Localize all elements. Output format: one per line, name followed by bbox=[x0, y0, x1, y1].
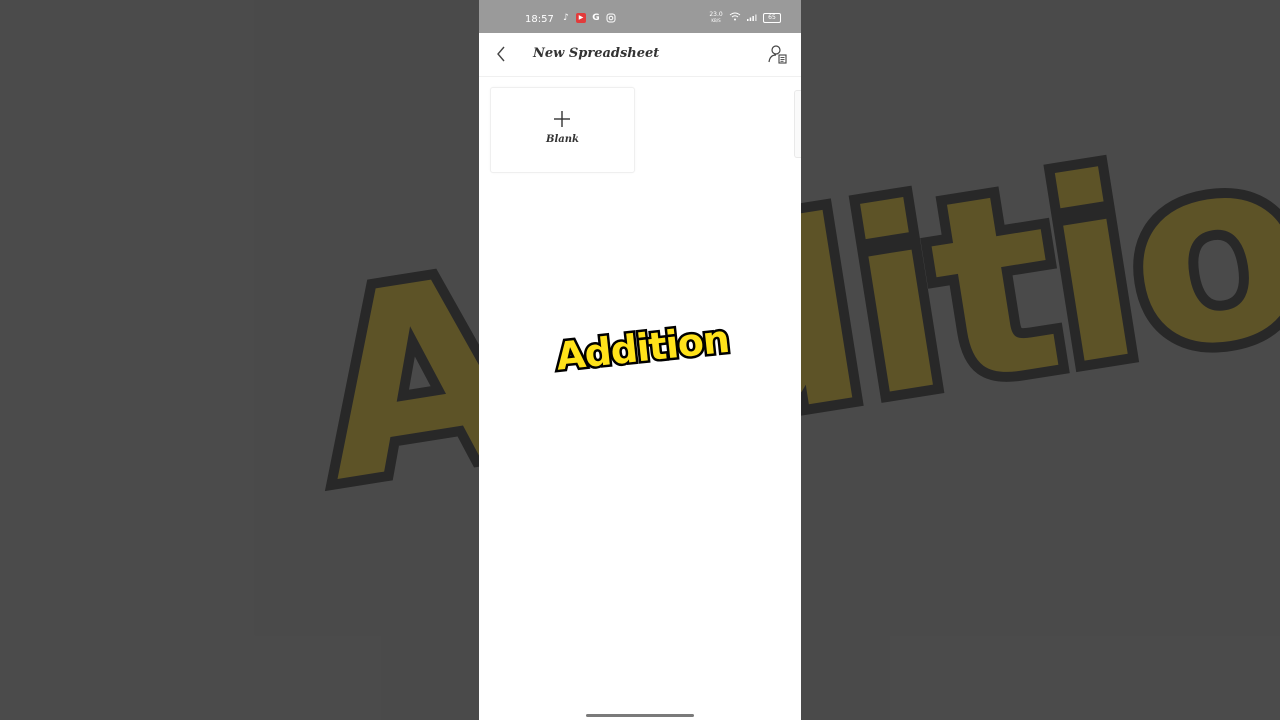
account-button[interactable] bbox=[767, 43, 789, 65]
background-dim-left bbox=[0, 0, 479, 720]
app-bar: New Spreadsheet bbox=[479, 33, 801, 77]
back-button[interactable] bbox=[491, 43, 513, 65]
instagram-icon bbox=[606, 13, 616, 23]
signal-icon bbox=[747, 13, 757, 24]
status-bar: 18:57 ♪ ▶ G 23.0 KB/S 65 bbox=[479, 0, 801, 33]
next-template-card-edge[interactable] bbox=[794, 90, 801, 158]
phone-screen: 18:57 ♪ ▶ G 23.0 KB/S 65 New Spreadsheet… bbox=[479, 0, 801, 720]
page-title: New Spreadsheet bbox=[533, 46, 660, 61]
battery-icon: 65 bbox=[763, 13, 781, 23]
blank-template-label: Blank bbox=[546, 134, 579, 145]
account-document-icon bbox=[768, 45, 787, 64]
network-speed-unit: KB/S bbox=[711, 18, 721, 23]
network-speed: 23.0 KB/S bbox=[709, 12, 723, 24]
background-dim-right bbox=[801, 0, 1280, 720]
plus-icon bbox=[554, 111, 570, 127]
status-notification-icons: ♪ ▶ G bbox=[561, 13, 616, 23]
chevron-left-icon bbox=[497, 46, 505, 62]
status-system-icons: 23.0 KB/S 65 bbox=[709, 12, 781, 24]
home-indicator[interactable] bbox=[586, 714, 694, 717]
video-frame: Addition 18:57 ♪ ▶ G 23.0 KB/S bbox=[0, 0, 1280, 720]
google-icon: G bbox=[592, 13, 600, 23]
blank-template-card[interactable]: Blank bbox=[490, 87, 635, 173]
app-red-icon: ▶ bbox=[576, 13, 586, 23]
tiktok-icon: ♪ bbox=[563, 13, 569, 23]
wifi-icon bbox=[729, 12, 741, 24]
status-time: 18:57 bbox=[525, 14, 554, 25]
video-caption: Addition bbox=[551, 314, 733, 381]
